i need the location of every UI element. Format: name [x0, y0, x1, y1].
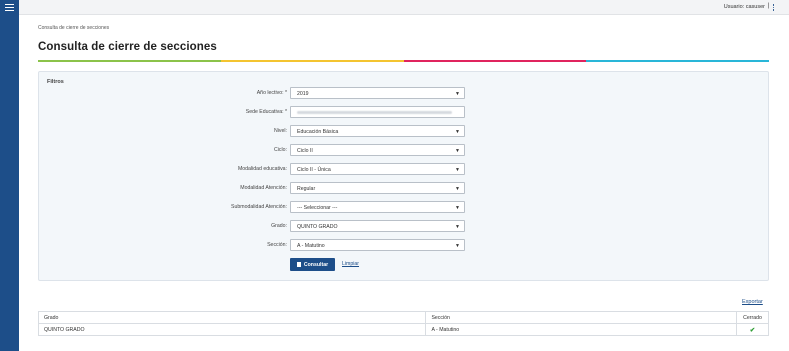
field-row-ciclo: Ciclo: Ciclo II ▼ [39, 144, 770, 156]
chevron-down-icon: ▼ [455, 205, 460, 211]
chevron-down-icon: ▼ [455, 129, 460, 135]
modalidad-atencion-value: Regular [297, 186, 316, 192]
hamburger-menu-icon[interactable] [0, 0, 19, 15]
rule-segment-green [38, 60, 221, 62]
consultar-button[interactable]: Consultar [290, 258, 335, 271]
title-color-rule [38, 60, 769, 62]
consultar-label: Consultar [303, 261, 329, 268]
modalidad-educativa-select[interactable]: Ciclo II - Única ▼ [290, 163, 465, 175]
sede-educativa-input[interactable] [290, 106, 465, 118]
field-row-nivel: Nivel: Educación Básica ▼ [39, 125, 770, 137]
grado-select[interactable]: QUINTO GRADO ▼ [290, 220, 465, 232]
chevron-down-icon: ▼ [455, 91, 460, 97]
rule-segment-yellow [220, 60, 404, 62]
field-row-submodalidad-atencion: Submodalidad Atención: --- Seleccionar -… [39, 201, 770, 213]
column-header-seccion[interactable]: Sección [425, 311, 737, 324]
rule-segment-blue [586, 60, 769, 62]
table-row[interactable]: QUINTO GRADO A - Matutino ✔ [37, 323, 770, 336]
field-row-grado: Grado: QUINTO GRADO ▼ [39, 220, 770, 232]
chevron-down-icon: ▼ [455, 186, 460, 192]
chevron-down-icon: ▼ [455, 224, 460, 230]
limpiar-link[interactable]: Limpiar [342, 261, 359, 267]
filters-panel: Filtros Año lectivo: * 2019 ▼ Sede Educat… [38, 71, 769, 281]
kebab-menu-icon[interactable] [771, 3, 776, 12]
sede-educativa-label: Sede Educativa: * [245, 109, 287, 115]
field-row-modalidad-educativa: Modalidad educativa: Ciclo II - Única ▼ [39, 163, 770, 175]
grado-label: Grado: [271, 223, 287, 229]
cell-cerrado: ✔ [735, 323, 770, 336]
chevron-down-icon: ▼ [455, 167, 460, 173]
modalidad-atencion-label: Modalidad Atención: [240, 185, 287, 191]
table-header-row: Grado Sección Cerrado [37, 311, 770, 324]
submodalidad-atencion-value: --- Seleccionar --- [297, 205, 338, 211]
results-table: Grado Sección Cerrado QUINTO GRADO A - M… [37, 311, 770, 336]
column-header-grado[interactable]: Grado [37, 311, 427, 324]
cell-grado: QUINTO GRADO [37, 323, 427, 336]
top-bar: Usuario: casuser | [19, 0, 789, 15]
field-row-sede-educativa: Sede Educativa: * [39, 106, 770, 118]
document-icon [296, 262, 301, 267]
redacted-value [297, 111, 452, 114]
submodalidad-atencion-label: Submodalidad Atención: [231, 204, 287, 210]
field-row-seccion: Sección: A - Matutino ▼ [39, 239, 770, 251]
seccion-value: A - Matutino [297, 243, 325, 249]
side-rail [0, 0, 19, 351]
field-row-anio-lectivo: Año lectivo: * 2019 ▼ [39, 87, 770, 99]
field-row-modalidad-atencion: Modalidad Atención: Regular ▼ [39, 182, 770, 194]
ciclo-label: Ciclo: [274, 147, 287, 153]
nivel-select[interactable]: Educación Básica ▼ [290, 125, 465, 137]
seccion-select[interactable]: A - Matutino ▼ [290, 239, 465, 251]
filters-title: Filtros [47, 79, 64, 85]
ciclo-select[interactable]: Ciclo II ▼ [290, 144, 465, 156]
seccion-label: Sección: [267, 242, 287, 248]
anio-lectivo-select[interactable]: 2019 ▼ [290, 87, 465, 99]
modalidad-educativa-value: Ciclo II - Única [297, 167, 331, 173]
checkmark-icon: ✔ [749, 326, 756, 334]
exportar-link[interactable]: Exportar [742, 299, 763, 305]
ciclo-value: Ciclo II [297, 148, 313, 154]
rule-segment-red [403, 60, 587, 62]
chevron-down-icon: ▼ [455, 243, 460, 249]
cell-seccion: A - Matutino [425, 323, 737, 336]
anio-lectivo-value: 2019 [297, 91, 309, 97]
submodalidad-atencion-select[interactable]: --- Seleccionar --- ▼ [290, 201, 465, 213]
modalidad-educativa-label: Modalidad educativa: [237, 166, 287, 172]
modalidad-atencion-select[interactable]: Regular ▼ [290, 182, 465, 194]
grado-value: QUINTO GRADO [297, 224, 338, 230]
chevron-down-icon: ▼ [455, 148, 460, 154]
breadcrumb: Consulta de cierre de secciones [38, 25, 110, 31]
user-label: Usuario: casuser [723, 4, 765, 10]
page-title: Consulta de cierre de secciones [38, 41, 217, 53]
anio-lectivo-label: Año lectivo: * [256, 90, 287, 96]
column-header-cerrado[interactable]: Cerrado [735, 311, 770, 324]
nivel-value: Educación Básica [297, 129, 339, 135]
nivel-label: Nivel: [274, 128, 287, 134]
user-separator: | [767, 3, 769, 9]
